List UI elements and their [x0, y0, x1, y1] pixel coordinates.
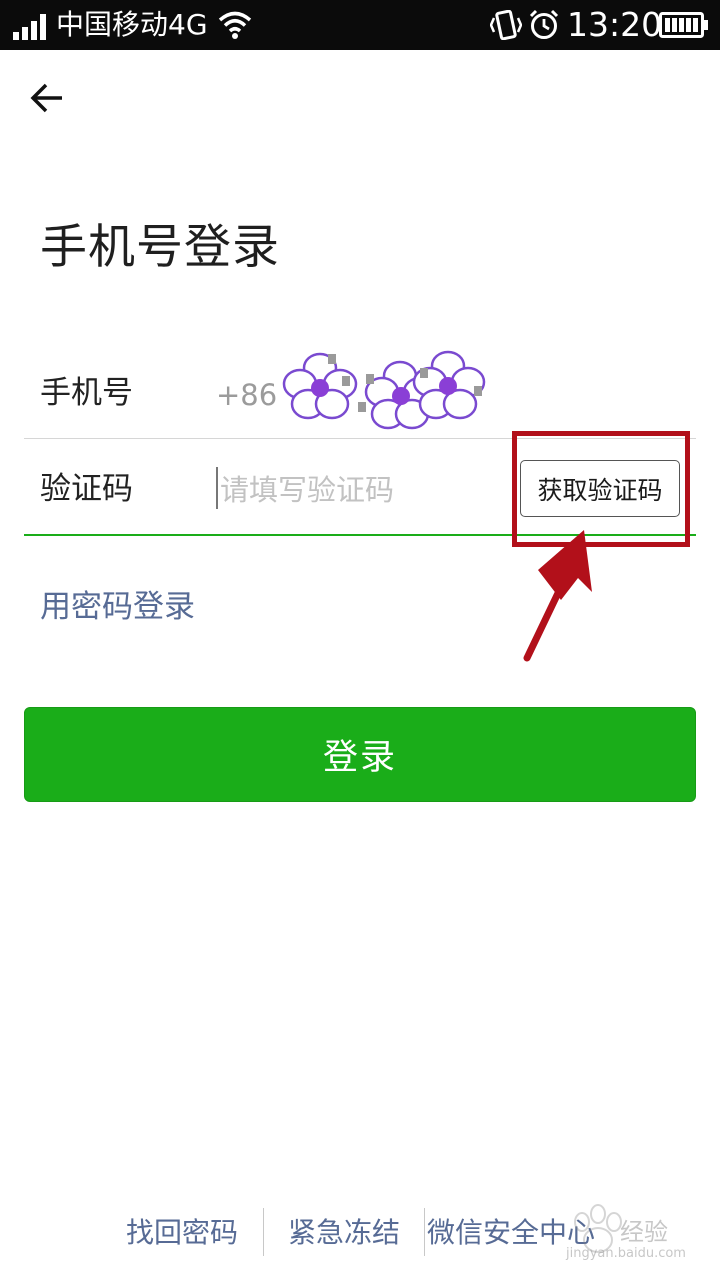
battery-icon	[659, 12, 708, 38]
signal-icon	[13, 14, 46, 40]
clock-time: 13:20	[567, 5, 663, 44]
status-bar: 中国移动4G 13:20	[0, 0, 720, 50]
flower-mask-decoration	[282, 350, 486, 430]
annotation-arrow	[523, 530, 592, 662]
emergency-freeze-link[interactable]: 紧急冻结	[288, 1214, 400, 1252]
wifi-icon	[218, 11, 252, 39]
arrow-left-icon[interactable]	[28, 80, 68, 116]
recover-password-link[interactable]: 找回密码	[126, 1214, 238, 1252]
verification-code-input[interactable]	[220, 470, 500, 510]
footer-divider	[263, 1208, 264, 1256]
login-button[interactable]: 登录	[24, 707, 696, 802]
verification-code-label: 验证码	[40, 471, 133, 507]
text-cursor	[216, 467, 218, 509]
carrier-label: 中国移动4G	[56, 8, 208, 41]
phone-label: 手机号	[40, 375, 133, 411]
alarm-icon	[529, 9, 559, 39]
watermark-url: jingyan.baidu.com	[566, 1246, 686, 1261]
vibrate-icon	[490, 10, 522, 40]
page-title: 手机号登录	[40, 220, 280, 275]
phone-country-code[interactable]: +86	[216, 376, 277, 414]
footer-divider	[424, 1208, 425, 1256]
watermark-text: 经验	[620, 1218, 668, 1246]
password-login-link[interactable]: 用密码登录	[40, 587, 195, 627]
